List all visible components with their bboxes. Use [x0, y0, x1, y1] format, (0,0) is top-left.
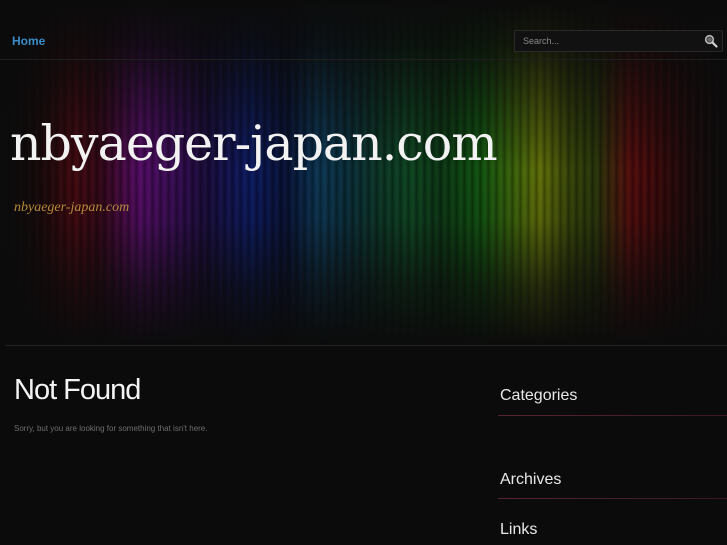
nav-home-link[interactable]: Home [12, 34, 45, 48]
widget-title-categories: Categories [500, 387, 578, 404]
widget-divider [498, 415, 727, 416]
site-title[interactable]: nbyaeger-japan.com [10, 115, 498, 172]
widget-divider [498, 498, 727, 499]
widget-title-links: Links [500, 521, 538, 538]
widget-title-archives: Archives [500, 471, 562, 488]
site-tagline: nbyaeger-japan.com [14, 200, 130, 215]
magnifier-icon[interactable] [704, 34, 718, 48]
search-input[interactable] [515, 31, 695, 51]
page: Home nbyaeger-japan.com nbyaeger-japan.c… [0, 0, 727, 545]
search-box [514, 30, 723, 52]
header-divider [6, 345, 727, 346]
page-title: Not Found [14, 374, 141, 406]
top-navbar: Home [0, 0, 727, 60]
not-found-message: Sorry, but you are looking for something… [14, 424, 208, 433]
